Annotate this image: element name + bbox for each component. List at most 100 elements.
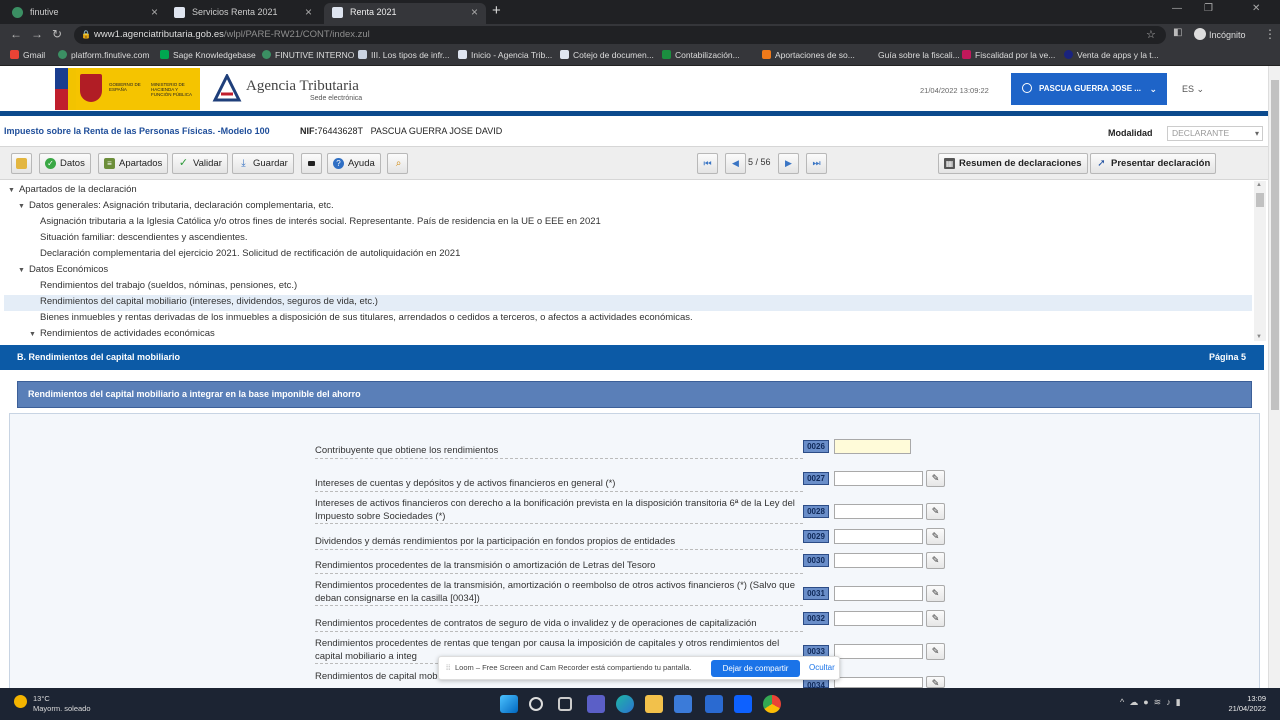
bookmark-sage[interactable]: Sage Knowledgebase bbox=[160, 50, 256, 60]
prev-page-button[interactable]: ◀ bbox=[725, 153, 746, 174]
first-page-button[interactable]: ⏮ bbox=[697, 153, 718, 174]
task-view-icon[interactable] bbox=[558, 697, 572, 711]
bookmark-star-icon[interactable]: ☆ bbox=[1146, 28, 1156, 41]
search-button[interactable]: ⌕ bbox=[387, 153, 408, 174]
tree-scroll-thumb[interactable] bbox=[1256, 193, 1264, 207]
edit-button[interactable]: ✎ bbox=[926, 470, 945, 487]
edit-button[interactable]: ✎ bbox=[926, 585, 945, 602]
page-scroll-thumb[interactable] bbox=[1271, 80, 1279, 410]
tree-node-selected[interactable]: Rendimientos del capital mobiliario (int… bbox=[4, 295, 1252, 311]
guardar-button[interactable]: ⤓ Guardar bbox=[232, 153, 294, 174]
home-button[interactable] bbox=[11, 153, 32, 174]
tree-node[interactable]: Declaración complementaria del ejercicio… bbox=[40, 248, 460, 259]
close-tab-icon[interactable]: × bbox=[305, 3, 312, 21]
weather-widget[interactable]: 13°C Mayorm. soleado bbox=[33, 694, 91, 714]
expand-arrow-icon[interactable]: ▼ bbox=[18, 267, 25, 274]
tree-node[interactable]: ▼ Rendimientos de actividades económicas bbox=[29, 328, 215, 339]
new-tab-icon[interactable]: + bbox=[492, 2, 501, 19]
close-tab-icon[interactable]: × bbox=[471, 3, 478, 21]
minimize-icon[interactable]: — bbox=[1172, 3, 1182, 14]
ayuda-button[interactable]: ? Ayuda bbox=[327, 153, 381, 174]
tree-node[interactable]: Bienes inmuebles y rentas derivadas de l… bbox=[40, 312, 693, 323]
edge-icon[interactable] bbox=[616, 695, 634, 713]
system-tray[interactable]: ^☁●≋♪▮ bbox=[1120, 697, 1186, 708]
bookmark-aportaciones[interactable]: Aportaciones de so... bbox=[762, 50, 855, 60]
dropbox-icon[interactable] bbox=[734, 695, 752, 713]
resumen-declaraciones-button[interactable]: ▦ Resumen de declaraciones bbox=[938, 153, 1088, 174]
tree-node[interactable]: Rendimientos del trabajo (sueldos, nómin… bbox=[40, 280, 297, 291]
bookmark-fiscalidad[interactable]: Fiscalidad por la ve... bbox=[962, 50, 1055, 60]
bookmark-gmail[interactable]: Gmail bbox=[10, 50, 45, 60]
field-input-0032[interactable] bbox=[834, 611, 923, 626]
bookmark-tipos-infr[interactable]: III. Los tipos de infr... bbox=[358, 50, 449, 60]
apartados-button[interactable]: ≡ Apartados bbox=[98, 153, 169, 174]
language-selector[interactable]: ES ⌄ bbox=[1182, 84, 1204, 95]
tree-node[interactable]: ▼ Apartados de la declaración bbox=[8, 184, 137, 195]
address-bar[interactable]: 🔒 www1.agenciatributaria.gob.es/wlpl/PAR… bbox=[74, 26, 1166, 44]
weather-sun-icon[interactable] bbox=[14, 695, 27, 708]
teams-icon[interactable] bbox=[587, 695, 605, 713]
field-input-0026[interactable] bbox=[834, 439, 911, 454]
datos-button[interactable]: ✓ Datos bbox=[39, 153, 91, 174]
tab-renta-2021[interactable]: Renta 2021 × bbox=[324, 3, 486, 24]
mail-icon[interactable] bbox=[705, 695, 723, 713]
bookmark-contabilizacion[interactable]: Contabilización... bbox=[662, 50, 740, 60]
scroll-down-icon[interactable]: ▼ bbox=[1256, 334, 1262, 340]
forward-icon[interactable]: → bbox=[31, 27, 43, 41]
tree-node[interactable]: ▼ Datos generales: Asignación tributaria,… bbox=[18, 200, 334, 211]
next-page-button[interactable]: ▶ bbox=[778, 153, 799, 174]
expand-arrow-icon[interactable]: ▼ bbox=[18, 203, 25, 210]
modalidad-select[interactable]: DECLARANTE ▾ bbox=[1167, 126, 1263, 141]
search-icon[interactable] bbox=[529, 697, 543, 711]
tree-node[interactable]: ▼ Datos Económicos bbox=[18, 264, 108, 275]
tree-node[interactable]: Asignación tributaria a la Iglesia Catól… bbox=[40, 216, 601, 227]
drag-handle-icon[interactable]: ⁞⁞ bbox=[446, 657, 450, 679]
edit-button[interactable]: ✎ bbox=[926, 552, 945, 569]
tab-servicios-renta[interactable]: Servicios Renta 2021 × bbox=[166, 3, 320, 24]
system-clock[interactable]: 13:09 21/04/2022 bbox=[1224, 694, 1266, 714]
bookmark-inicio-agencia[interactable]: Inicio - Agencia Trib... bbox=[458, 50, 552, 60]
validar-button[interactable]: ✓ Validar bbox=[172, 153, 228, 174]
expand-arrow-icon[interactable]: ▼ bbox=[29, 331, 36, 338]
expand-arrow-icon[interactable]: ▼ bbox=[8, 187, 15, 194]
edit-button[interactable]: ✎ bbox=[926, 528, 945, 545]
bookmark-platform-finutive[interactable]: platform.finutive.com bbox=[58, 50, 149, 60]
field-input-0033[interactable] bbox=[834, 644, 923, 659]
edit-button[interactable]: ✎ bbox=[926, 643, 945, 660]
chrome-icon[interactable] bbox=[763, 695, 781, 713]
edit-button[interactable]: ✎ bbox=[926, 676, 945, 688]
user-menu-button[interactable]: PASCUA GUERRA JOSE ... ⌄ bbox=[1011, 73, 1167, 105]
bookmark-guia-fiscali[interactable]: Guía sobre la fiscali... bbox=[878, 50, 960, 60]
bookmark-venta-apps[interactable]: Venta de apps y la t... bbox=[1064, 50, 1159, 60]
presentar-declaracion-button[interactable]: ➚ Presentar declaración bbox=[1090, 153, 1217, 174]
browser-menu-icon[interactable]: ⋮ bbox=[1264, 27, 1276, 41]
close-tab-icon[interactable]: × bbox=[151, 3, 158, 21]
field-input-0027[interactable] bbox=[834, 471, 923, 486]
bookmark-finutive-interno[interactable]: FINUTIVE INTERNO bbox=[262, 50, 354, 60]
page-scrollbar[interactable] bbox=[1268, 66, 1280, 688]
tree-node[interactable]: Situación familiar: descendientes y asce… bbox=[40, 232, 248, 243]
record-button[interactable] bbox=[301, 153, 322, 174]
edit-button[interactable]: ✎ bbox=[926, 610, 945, 627]
tab-finutive[interactable]: finutive × bbox=[4, 3, 166, 24]
incognito-indicator[interactable]: Incógnito bbox=[1194, 28, 1246, 40]
restore-icon[interactable]: ❐ bbox=[1204, 3, 1213, 14]
window-close-icon[interactable]: ✕ bbox=[1252, 3, 1260, 14]
field-input-0030[interactable] bbox=[834, 553, 923, 568]
field-input-0034[interactable] bbox=[834, 677, 923, 688]
last-page-button[interactable]: ⏭ bbox=[806, 153, 827, 174]
tree-scrollbar[interactable]: ▲ ▼ bbox=[1254, 181, 1266, 341]
back-icon[interactable]: ← bbox=[10, 27, 22, 41]
bookmark-cotejo[interactable]: Cotejo de documen... bbox=[560, 50, 654, 60]
sidebar-panel-icon[interactable]: ◧ bbox=[1173, 27, 1182, 38]
start-icon[interactable] bbox=[500, 695, 518, 713]
edit-button[interactable]: ✎ bbox=[926, 503, 945, 520]
store-icon[interactable] bbox=[674, 695, 692, 713]
stop-sharing-button[interactable]: Dejar de compartir bbox=[711, 660, 800, 677]
field-input-0028[interactable] bbox=[834, 504, 923, 519]
hide-banner-link[interactable]: Ocultar bbox=[809, 657, 835, 679]
reload-icon[interactable]: ↻ bbox=[52, 27, 62, 41]
field-input-0031[interactable] bbox=[834, 586, 923, 601]
field-input-0029[interactable] bbox=[834, 529, 923, 544]
file-explorer-icon[interactable] bbox=[645, 695, 663, 713]
